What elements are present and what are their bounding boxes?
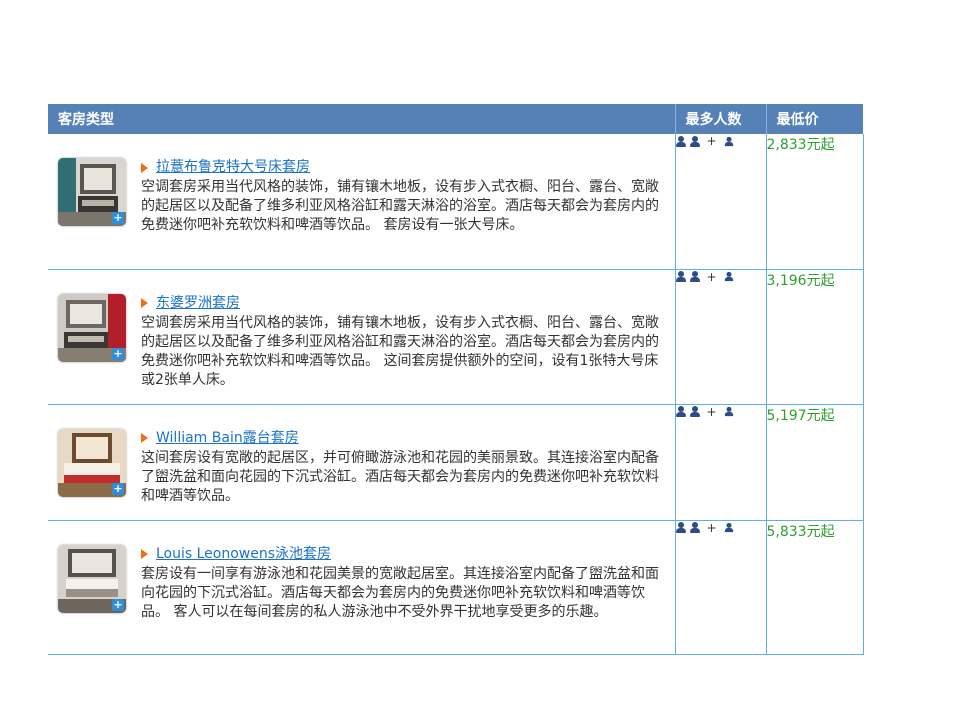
capacity-icons: + — [675, 269, 766, 284]
room-title-link[interactable]: 东婆罗洲套房 — [156, 294, 240, 313]
capacity-icons: + — [675, 134, 766, 148]
room-description: 这间套房设有宽敞的起居区，并可俯瞰游泳池和花园的美丽景致。其连接浴室内配备了盥洗… — [141, 449, 659, 504]
room-cell: + 拉薏布鲁克特大号床套房 空调套房采用当代风格的装饰，铺有镶木地板，设有步入式… — [48, 134, 676, 270]
table-row: + 东婆罗洲套房 空调套房采用当代风格的装饰，铺有镶木地板，设有步入式衣橱、阳台… — [48, 269, 864, 405]
person-icon — [689, 271, 700, 282]
table-row: + Louis Leonowens泳池套房 套房设有一间享有游泳池和花园美景的宽… — [48, 520, 864, 655]
room-thumbnail[interactable]: + — [58, 158, 126, 226]
header-max-people: 最多人数 — [675, 104, 767, 134]
room-title-link[interactable]: William Bain露台套房 — [156, 429, 299, 448]
table-row: + William Bain露台套房 这间套房设有宽敞的起居区，并可俯瞰游泳池和… — [48, 404, 864, 521]
room-thumbnail[interactable]: + — [58, 544, 126, 613]
plus-icon: + — [112, 211, 124, 224]
plus-sign: + — [706, 134, 717, 148]
plus-icon: + — [112, 597, 124, 611]
capacity-cell: + — [675, 269, 767, 405]
person-icon — [675, 135, 686, 147]
room-cell: + Louis Leonowens泳池套房 套房设有一间享有游泳池和花园美景的宽… — [48, 520, 676, 655]
capacity-cell: + — [675, 134, 767, 270]
person-icon — [675, 522, 686, 533]
room-description: 空调套房采用当代风格的装饰，铺有镶木地板，设有步入式衣橱、阳台、露台、宽敞的起居… — [141, 179, 659, 233]
room-description: 空调套房采用当代风格的装饰，铺有镶木地板，设有步入式衣橱、阳台、露台、宽敞的起居… — [141, 314, 659, 388]
triangle-right-icon — [141, 162, 148, 173]
capacity-cell: + — [675, 404, 767, 521]
plus-sign: + — [706, 269, 717, 284]
capacity-cell: + — [675, 520, 767, 655]
header-room-type: 客房类型 — [48, 104, 676, 134]
room-thumbnail[interactable]: + — [58, 428, 126, 497]
person-icon — [675, 271, 686, 282]
header-lowest-price: 最低价 — [766, 104, 863, 134]
room-types-table: 客房类型 最多人数 最低价 + 拉薏布鲁克特大号床套房 空调套房采用当代风格的装… — [48, 104, 864, 655]
person-icon — [689, 135, 700, 147]
person-small-icon — [724, 522, 733, 533]
price-cell: 5,833元起 — [766, 520, 864, 655]
room-description: 套房设有一间享有游泳池和花园美景的宽敞起居室。其连接浴室内配备了盥洗盆和面向花园… — [141, 565, 659, 620]
triangle-right-icon — [141, 433, 148, 443]
price-cell: 2,833元起 — [766, 134, 864, 270]
triangle-right-icon — [141, 298, 148, 308]
room-title-link[interactable]: 拉薏布鲁克特大号床套房 — [156, 158, 310, 177]
plus-sign: + — [706, 520, 717, 535]
person-icon — [675, 406, 686, 417]
triangle-right-icon — [141, 549, 148, 559]
plus-icon: + — [112, 481, 124, 495]
price-cell: 5,197元起 — [766, 404, 864, 521]
person-small-icon — [724, 136, 733, 146]
person-small-icon — [724, 406, 733, 417]
room-cell: + William Bain露台套房 这间套房设有宽敞的起居区，并可俯瞰游泳池和… — [48, 404, 676, 521]
person-small-icon — [724, 271, 733, 282]
room-cell: + 东婆罗洲套房 空调套房采用当代风格的装饰，铺有镶木地板，设有步入式衣橱、阳台… — [48, 269, 676, 405]
room-thumbnail[interactable]: + — [58, 293, 126, 362]
plus-sign: + — [706, 404, 717, 419]
person-icon — [689, 406, 700, 417]
price-cell: 3,196元起 — [766, 269, 864, 405]
capacity-icons: + — [675, 404, 766, 419]
table-header-row: 客房类型 最多人数 最低价 — [48, 104, 863, 134]
capacity-icons: + — [675, 520, 766, 535]
table-row: + 拉薏布鲁克特大号床套房 空调套房采用当代风格的装饰，铺有镶木地板，设有步入式… — [48, 134, 864, 270]
room-title-link[interactable]: Louis Leonowens泳池套房 — [156, 545, 331, 564]
person-icon — [689, 522, 700, 533]
plus-icon: + — [112, 346, 124, 360]
